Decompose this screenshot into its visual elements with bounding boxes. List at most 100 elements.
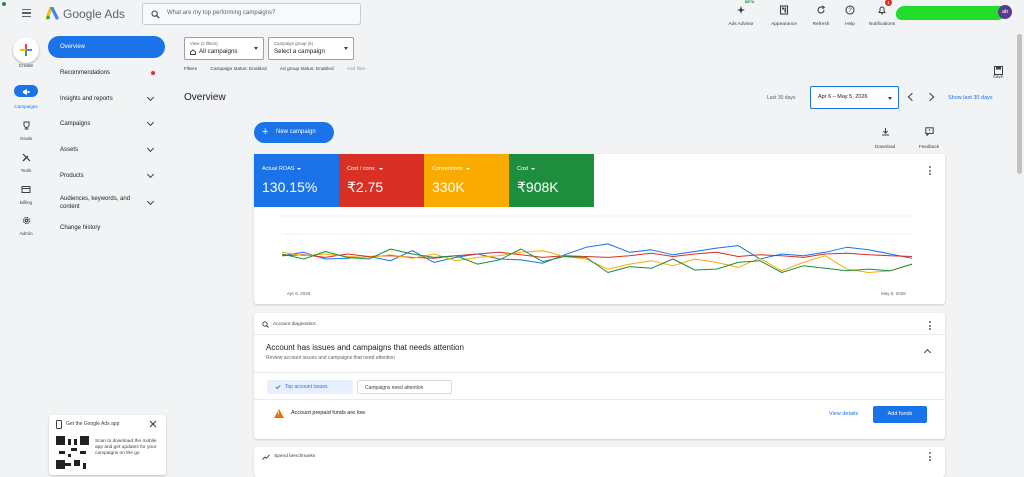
nav-item-campaigns[interactable]: Campaigns bbox=[48, 113, 165, 135]
metric-value: ₹908K bbox=[517, 179, 559, 195]
nav-item-audiences[interactable]: Audiences, keywords, and content bbox=[48, 190, 165, 216]
section-title: Account diagnostics bbox=[273, 322, 316, 327]
menu-icon[interactable] bbox=[22, 9, 31, 17]
tab-label: Campaigns need attention bbox=[365, 385, 424, 391]
filter-bar: Filters Campaign status: Enabled Ad grou… bbox=[184, 67, 378, 72]
search-icon bbox=[151, 10, 160, 19]
show-last-30-days-link[interactable]: Show last 30 days bbox=[948, 95, 993, 101]
feedback-label: Feedback bbox=[918, 144, 940, 149]
tab-label: Top account issues bbox=[285, 384, 328, 390]
tab-top-account-issues[interactable]: Top account issues bbox=[267, 380, 353, 394]
filter-chip-ad-group-status[interactable]: Ad group status: Enabled bbox=[280, 67, 334, 72]
page-title: Overview bbox=[184, 92, 226, 103]
bell-icon bbox=[878, 6, 886, 15]
campaigns-icon bbox=[14, 85, 38, 97]
date-range-prefix: Last 30 days bbox=[767, 95, 796, 101]
alert-dot bbox=[151, 71, 155, 75]
top-bar: Google Ads What are my top performing ca… bbox=[0, 0, 1024, 30]
new-campaign-button[interactable]: + New campaign bbox=[254, 122, 334, 143]
scrollbar-thumb[interactable] bbox=[1017, 34, 1022, 174]
tab-campaigns-need-attention[interactable]: Campaigns need attention bbox=[357, 380, 452, 394]
help-icon: ? bbox=[845, 5, 855, 15]
chevron-down-icon bbox=[146, 170, 155, 179]
rail-label-billing: Billing bbox=[19, 200, 33, 205]
chevron-down-icon bbox=[146, 197, 155, 206]
metric-tile-cost[interactable]: Cost ₹908K bbox=[509, 154, 594, 207]
metric-label: Cost bbox=[517, 166, 536, 172]
campaign-group-dropdown[interactable]: Campaign group (5) Select a campaign bbox=[268, 37, 354, 60]
section-title: Spend benchmarks bbox=[274, 454, 316, 459]
app-promo-card: Get the Google Ads app Scan to download … bbox=[49, 415, 166, 475]
create-label: Create bbox=[18, 64, 34, 69]
previous-period-icon[interactable] bbox=[907, 92, 917, 102]
metric-tile-conversions[interactable]: Conversions 330K bbox=[424, 154, 509, 207]
caret-down-icon bbox=[344, 47, 348, 50]
nav-item-overview[interactable]: Overview bbox=[48, 36, 165, 58]
nav-item-recommendations[interactable]: Recommendations bbox=[48, 62, 165, 84]
warning-icon bbox=[274, 409, 284, 418]
plus-icon bbox=[20, 44, 32, 56]
nav-label: Products bbox=[60, 173, 84, 179]
filters-label: Filters bbox=[184, 67, 198, 72]
rail-item-goals[interactable]: Goals bbox=[0, 117, 52, 141]
view-dropdown-value: All campaigns bbox=[199, 48, 238, 55]
campaign-group-value: Select a campaign bbox=[274, 48, 325, 55]
search-input[interactable]: What are my top performing campaigns? bbox=[167, 10, 275, 16]
chart-series-line-3 bbox=[282, 248, 913, 273]
rail-label-campaigns: Campaigns bbox=[14, 104, 38, 109]
x-axis-end-label: May 5, 2026 bbox=[881, 291, 906, 296]
chevron-up-icon[interactable] bbox=[923, 348, 932, 357]
download-button[interactable]: Download bbox=[867, 123, 903, 149]
nav-item-change-history[interactable]: Change history bbox=[48, 217, 165, 239]
rail-item-billing[interactable]: Billing bbox=[0, 181, 52, 205]
nav-item-insights[interactable]: Insights and reports bbox=[48, 88, 165, 110]
appearance-icon bbox=[779, 5, 789, 15]
add-funds-button[interactable]: Add funds bbox=[873, 406, 927, 423]
feedback-button[interactable]: Feedback bbox=[911, 123, 947, 149]
divider bbox=[254, 399, 945, 400]
view-details-link[interactable]: View details bbox=[829, 411, 858, 417]
caret-down-icon bbox=[254, 47, 258, 50]
metric-tile-cost-per-conv[interactable]: Cost / conv. ₹2.75 bbox=[339, 154, 424, 207]
more-options-icon[interactable] bbox=[929, 452, 932, 463]
refresh-icon bbox=[817, 5, 826, 14]
account-diagnostics-card: Account diagnostics Account has issues a… bbox=[254, 313, 945, 439]
more-options-icon[interactable] bbox=[929, 321, 932, 332]
rail-item-campaigns[interactable]: Campaigns bbox=[0, 85, 52, 109]
more-options-icon[interactable] bbox=[929, 166, 932, 177]
trend-icon bbox=[262, 454, 270, 460]
date-range-picker[interactable]: Apr 6 – May 5, 2026 bbox=[810, 86, 899, 109]
rail-item-tools[interactable]: Tools bbox=[0, 149, 52, 173]
app-name: Google Ads bbox=[63, 7, 126, 21]
ads-advisor-button[interactable]: BETA Ads Advisor bbox=[719, 0, 763, 27]
notification-count-badge: 1 bbox=[885, 0, 892, 6]
nav-item-products[interactable]: Products bbox=[48, 165, 165, 187]
chevron-down-icon bbox=[146, 144, 155, 153]
metric-label: Conversions bbox=[432, 166, 470, 172]
tools-icon bbox=[22, 153, 30, 162]
rail-item-admin[interactable]: Admin bbox=[0, 212, 52, 236]
nav-label: Campaigns bbox=[60, 121, 91, 127]
diagnostics-search-icon bbox=[262, 321, 269, 328]
account-info-redacted bbox=[894, 6, 1008, 20]
nav-label: Audiences, keywords, and content bbox=[60, 196, 131, 210]
caret-down-icon bbox=[888, 97, 892, 100]
next-period-icon[interactable] bbox=[925, 92, 935, 102]
metric-tile-roas[interactable]: Actual ROAS 130.15% bbox=[254, 154, 339, 207]
add-filter-button[interactable]: Add filter bbox=[347, 67, 366, 72]
view-dropdown-label: View (2 filters) bbox=[190, 41, 218, 46]
view-dropdown[interactable]: View (2 filters) All campaigns bbox=[184, 37, 264, 60]
diagnostics-subtitle: Review account issues and campaigns that… bbox=[266, 355, 395, 361]
google-ads-logo-icon bbox=[46, 7, 59, 20]
search-bar[interactable]: What are my top performing campaigns? bbox=[142, 3, 361, 25]
feedback-icon bbox=[924, 127, 934, 137]
credit-card-icon bbox=[21, 186, 31, 193]
close-icon[interactable] bbox=[149, 420, 157, 428]
metric-label: Actual ROAS bbox=[262, 166, 302, 172]
filter-chip-campaign-status[interactable]: Campaign status: Enabled bbox=[210, 67, 266, 72]
nav-item-assets[interactable]: Assets bbox=[48, 139, 165, 161]
create-button[interactable] bbox=[13, 37, 39, 63]
rail-label-admin: Admin bbox=[19, 231, 33, 236]
nav-label: Insights and reports bbox=[60, 96, 113, 102]
avatar[interactable]: ab bbox=[998, 5, 1012, 19]
